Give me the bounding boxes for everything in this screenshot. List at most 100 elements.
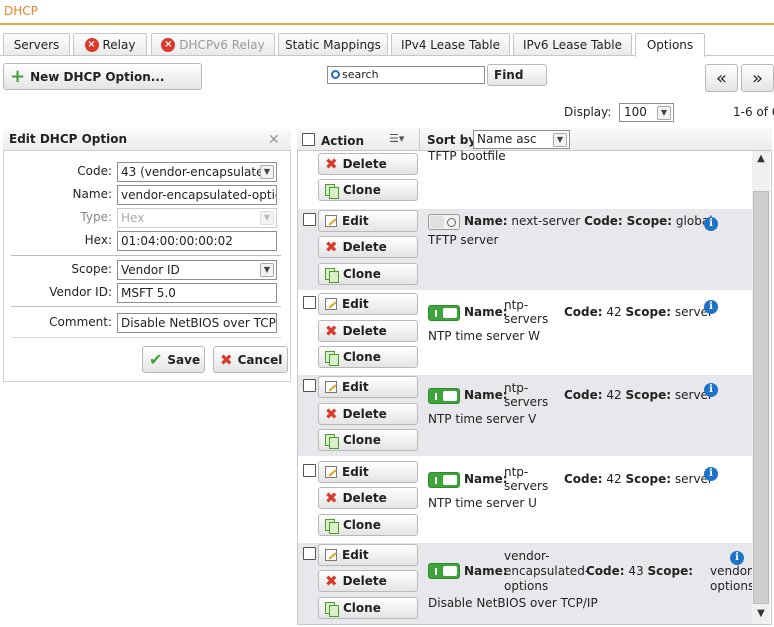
chevron-down-icon: ▼ (260, 263, 274, 277)
find-label: Find (494, 68, 524, 82)
enable-toggle[interactable] (428, 563, 460, 579)
row-checkbox[interactable] (303, 547, 316, 560)
clone-label: Clone (343, 518, 381, 532)
tab-ipv4-lease-table[interactable]: IPv4 Lease Table (391, 33, 510, 56)
tab-label: Options (646, 38, 694, 52)
edit-label: Edit (342, 214, 369, 228)
edit-button[interactable]: Edit (318, 210, 418, 232)
scroll-up-icon[interactable]: ▲ (752, 153, 770, 169)
sort-select[interactable]: Name asc ▼ (473, 130, 570, 149)
option-code-scope: Code: 42 Scope: server (564, 472, 713, 486)
display-count-select[interactable]: 100 ▼ (619, 103, 674, 122)
type-label: Type: (80, 210, 112, 224)
find-button[interactable]: Find (487, 64, 547, 86)
info-icon[interactable]: i (704, 383, 718, 397)
option-scope-line: options (710, 579, 755, 593)
new-dhcp-option-button[interactable]: + New DHCP Option... (3, 63, 202, 90)
clone-icon (325, 601, 339, 617)
option-name-line: options (504, 579, 549, 593)
edit-button[interactable]: Edit (318, 293, 418, 315)
edit-button[interactable]: Edit (318, 376, 418, 398)
comment-field[interactable]: Disable NetBIOS over TCP/IP (117, 313, 277, 333)
enable-toggle[interactable] (428, 305, 460, 321)
tab-static-mappings[interactable]: Static Mappings (278, 33, 388, 56)
column-menu-icon[interactable]: ☰▾ (389, 132, 404, 145)
delete-button[interactable]: ✖ Delete (318, 236, 418, 258)
info-icon[interactable]: i (704, 300, 718, 314)
clone-button[interactable]: Clone (318, 597, 418, 619)
search-input[interactable]: search (327, 66, 485, 84)
cancel-button[interactable]: ✖ Cancel (213, 346, 288, 373)
save-button[interactable]: ✔ Save (142, 346, 205, 373)
edit-button[interactable]: Edit (318, 461, 418, 483)
scope-select[interactable]: Vendor ID ▼ (117, 260, 277, 280)
clone-button[interactable]: Clone (318, 346, 418, 368)
tab-ipv6-lease-table[interactable]: IPv6 Lease Table (513, 33, 632, 56)
code-select[interactable]: 43 (vendor-encapsulated ▼ (117, 162, 277, 182)
delete-button[interactable]: ✖ Delete (318, 487, 418, 509)
clone-button[interactable]: Clone (318, 514, 418, 536)
title-divider (0, 23, 774, 25)
close-icon: ✖ (325, 572, 338, 590)
option-code: 42 (606, 472, 622, 486)
header-divider (419, 129, 420, 150)
tab-dhcpv6-relay[interactable]: × DHCPv6 Relay (151, 33, 275, 56)
row-checkbox[interactable] (303, 296, 316, 309)
clone-button[interactable]: Clone (318, 179, 418, 201)
clone-button[interactable]: Clone (318, 263, 418, 285)
close-icon: ✖ (325, 238, 338, 256)
option-comment: Disable NetBIOS over TCP/IP (428, 596, 598, 610)
close-icon[interactable]: ✕ (268, 132, 280, 148)
info-icon[interactable]: i (730, 551, 744, 565)
page-title: DHCP (4, 4, 38, 18)
next-page-button[interactable]: » (741, 64, 774, 92)
name-field[interactable]: vendor-encapsulated-options (117, 185, 277, 205)
row-checkbox[interactable] (303, 213, 316, 226)
option-scope-line: vendor (710, 564, 752, 578)
edit-icon (325, 215, 337, 227)
delete-label: Delete (342, 157, 387, 171)
hex-label: Hex: (84, 233, 112, 247)
scrollbar-thumb[interactable] (753, 191, 769, 604)
info-icon[interactable]: i (704, 217, 718, 231)
sort-value: Name asc (477, 132, 537, 146)
vendor-id-field[interactable]: MSFT 5.0 (117, 283, 277, 303)
tab-label: DHCPv6 Relay (179, 37, 265, 52)
row-checkbox[interactable] (303, 464, 316, 477)
previous-page-button[interactable]: « (705, 64, 738, 92)
select-all-checkbox[interactable] (302, 133, 315, 146)
option-code-scope: Code: 42 Scope: server (564, 388, 713, 402)
tab-relay[interactable]: × Relay (73, 33, 147, 56)
option-summary: Name: next-server Code: Scope: global (464, 214, 713, 228)
option-code-scope: Code: 43 Scope: (586, 564, 694, 578)
tab-label: Relay (102, 37, 136, 52)
tab-servers[interactable]: Servers (3, 33, 70, 56)
enable-toggle[interactable] (428, 214, 460, 230)
enable-toggle[interactable] (428, 472, 460, 488)
clone-button[interactable]: Clone (318, 429, 418, 451)
clone-label: Clone (343, 267, 381, 281)
list-item: Edit ✖ Delete Clone Name: ntp- servers Co… (298, 458, 752, 541)
delete-button[interactable]: ✖ Delete (318, 403, 418, 425)
option-comment: NTP time server W (428, 329, 540, 343)
clone-icon (325, 433, 339, 449)
close-icon: ✖ (325, 489, 338, 507)
info-icon[interactable]: i (704, 467, 718, 481)
display-label: Display: (564, 105, 612, 119)
delete-label: Delete (342, 324, 387, 338)
enable-toggle[interactable] (428, 388, 460, 404)
type-select[interactable]: Hex ▼ (117, 208, 277, 228)
edit-button[interactable]: Edit (318, 544, 418, 566)
scroll-down-icon[interactable]: ▼ (752, 608, 770, 624)
edit-icon (325, 381, 337, 393)
delete-button[interactable]: ✖ Delete (318, 320, 418, 342)
option-code: 42 (606, 388, 622, 402)
option-comment: NTP time server V (428, 412, 537, 426)
delete-button[interactable]: ✖ Delete (318, 153, 418, 175)
tab-label: Servers (13, 37, 60, 52)
hex-field[interactable]: 01:04:00:00:00:02 (117, 231, 277, 251)
row-checkbox[interactable] (303, 379, 316, 392)
check-icon: ✔ (149, 350, 163, 369)
delete-button[interactable]: ✖ Delete (318, 570, 418, 592)
tab-options[interactable]: Options (635, 33, 705, 57)
